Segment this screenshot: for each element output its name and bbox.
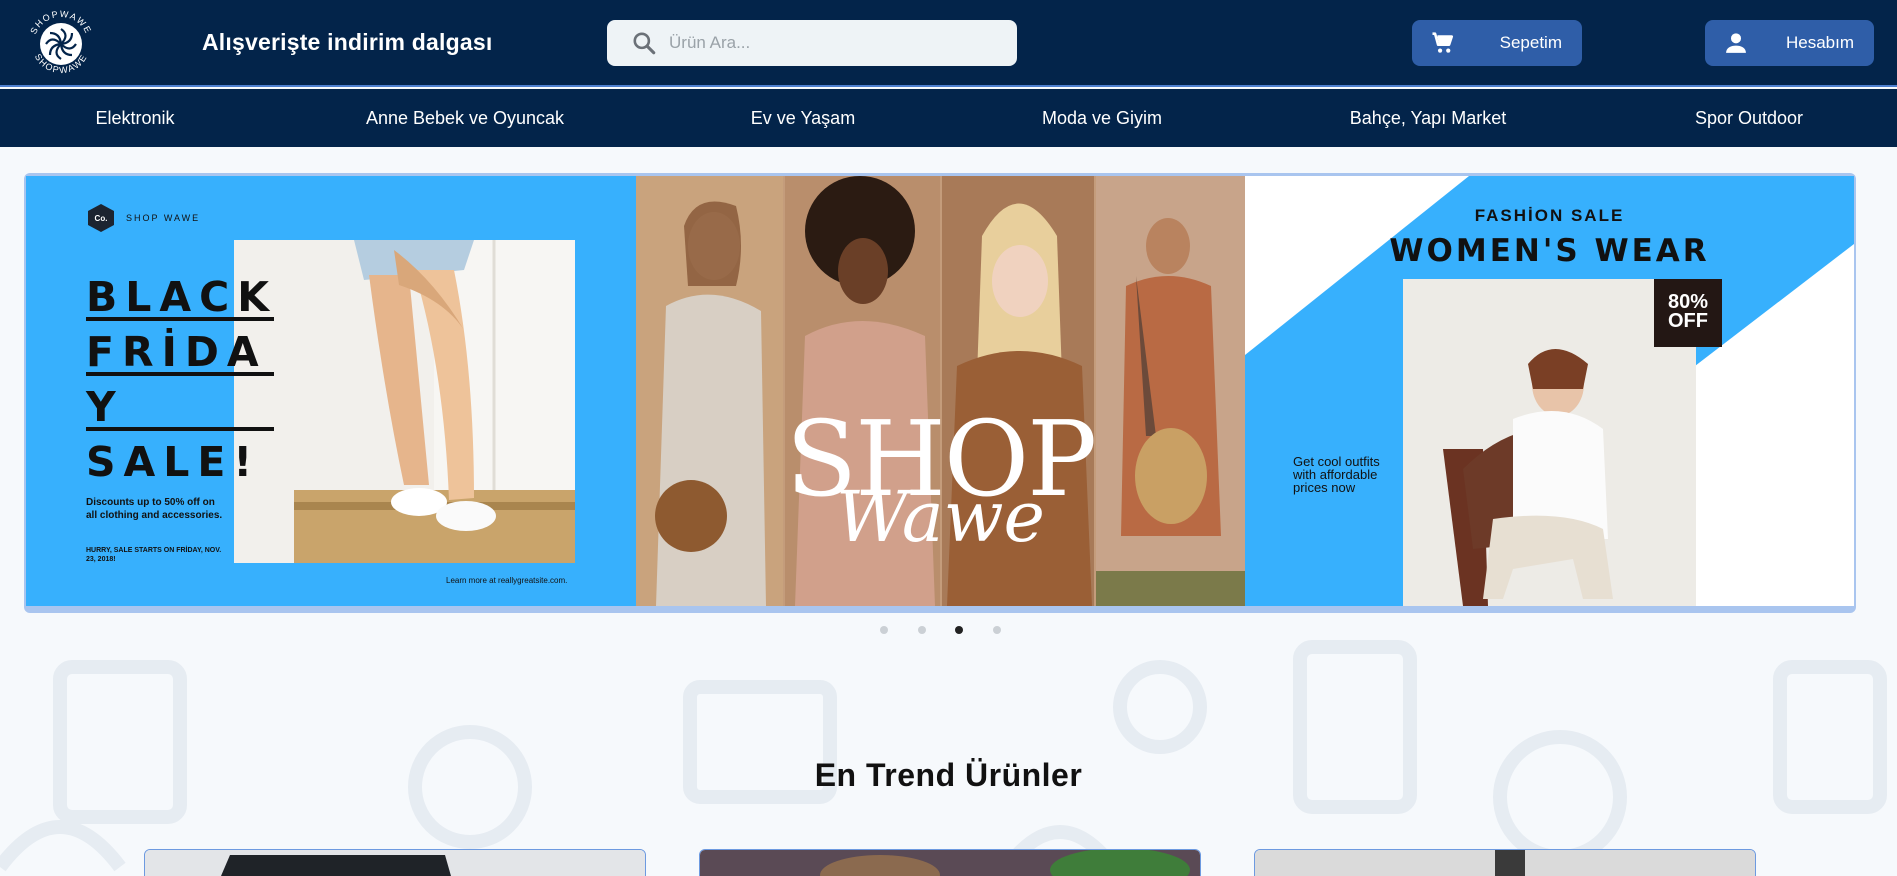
- banner-carousel[interactable]: Co. SHOP WAWE BLACK FRİDA Y SALE! Discou…: [24, 173, 1856, 613]
- carousel-dots: [0, 626, 1897, 636]
- headline-rule: [86, 317, 274, 321]
- nav-item-elektronik[interactable]: Elektronik: [95, 108, 174, 129]
- womens-wear-title: WOMEN'S WEAR: [1389, 233, 1710, 269]
- discount-label: OFF: [1668, 310, 1708, 332]
- headline-line-2: FRİDA: [86, 328, 267, 376]
- discount-description: Discounts up to 50% off on all clothing …: [86, 497, 223, 521]
- headline-line-1: BLACK: [86, 273, 277, 321]
- nav-item-spor-outdoor[interactable]: Spor Outdoor: [1695, 108, 1803, 129]
- cart-button[interactable]: Sepetim: [1412, 20, 1582, 66]
- account-label: Hesabım: [1785, 33, 1854, 52]
- carousel-dot-2[interactable]: [918, 626, 926, 634]
- headline-line-3: Y: [86, 383, 124, 431]
- discount-badge: 80% OFF: [1654, 279, 1722, 347]
- top-header: SHOPWAWE SHOPWAWE Alışverişte indirim da…: [0, 0, 1897, 87]
- slide-brand: SHOP WAWE: [126, 213, 201, 223]
- product-card[interactable]: [699, 849, 1201, 876]
- carousel-dot-3[interactable]: [955, 626, 963, 634]
- search-input[interactable]: [669, 33, 989, 53]
- badge-text: Co.: [95, 214, 108, 223]
- black-friday-slide[interactable]: Co. SHOP WAWE BLACK FRİDA Y SALE! Discou…: [26, 176, 636, 606]
- fashion-sale-label: FASHİON SALE: [1474, 206, 1625, 225]
- nav-item-bahce-yapi[interactable]: Bahçe, Yapı Market: [1350, 108, 1506, 129]
- product-image: [700, 850, 1200, 876]
- learn-more-text: Learn more at reallygreatsite.com.: [446, 576, 568, 585]
- cart-icon: [1432, 32, 1454, 53]
- site-slogan: Alışverişte indirim dalgası: [202, 29, 493, 55]
- headline-rule: [86, 427, 274, 431]
- product-card[interactable]: [144, 849, 646, 876]
- cart-label: Sepetim: [1499, 33, 1562, 52]
- womens-wear-slide[interactable]: FASHİON SALE WOMEN'S WEAR 80% OFF Get co…: [1245, 176, 1854, 606]
- person-icon: [1726, 33, 1746, 53]
- product-image: [145, 850, 645, 876]
- product-card[interactable]: [1254, 849, 1756, 876]
- nav-item-ev-yasam[interactable]: Ev ve Yaşam: [751, 108, 855, 129]
- headline-line-4: SALE!: [86, 438, 261, 486]
- nav-item-moda-giyim[interactable]: Moda ve Giyim: [1042, 108, 1162, 129]
- sale-date-note: HURRY, SALE STARTS ON FRİDAY, NOV. 23, 2…: [86, 547, 222, 563]
- carousel-dot-1[interactable]: [880, 626, 888, 634]
- legs-photo: [234, 240, 575, 563]
- shop-wawe-slide[interactable]: SHOP Wawe: [636, 176, 1245, 606]
- product-image: [1255, 850, 1755, 876]
- headline-rule: [86, 372, 274, 376]
- brand-badge-icon: Co.: [88, 204, 114, 232]
- search-bar[interactable]: [607, 20, 1017, 66]
- woman-on-chair-photo: [1403, 279, 1696, 606]
- promo-tagline: Get cool outfits with affordable prices …: [1293, 454, 1380, 495]
- shopwawe-logo[interactable]: SHOPWAWE SHOPWAWE: [22, 5, 100, 83]
- wawe-script: Wawe: [836, 476, 1045, 558]
- carousel-dot-4[interactable]: [993, 626, 1001, 634]
- trending-section-title: En Trend Ürünler: [814, 757, 1083, 793]
- account-button[interactable]: Hesabım: [1705, 20, 1874, 66]
- search-icon[interactable]: [631, 30, 657, 56]
- category-nav: Elektronik Anne Bebek ve Oyuncak Ev ve Y…: [0, 89, 1897, 147]
- nav-item-anne-bebek[interactable]: Anne Bebek ve Oyuncak: [366, 108, 564, 129]
